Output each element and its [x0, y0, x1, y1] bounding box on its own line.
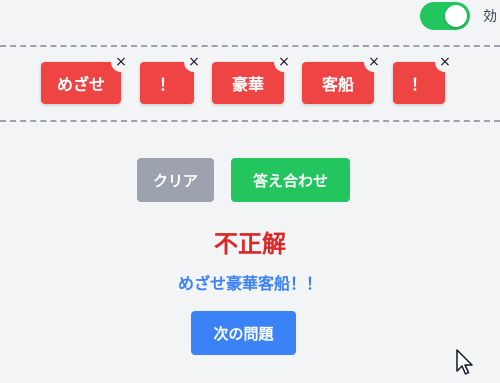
top-divider [0, 45, 500, 47]
chip-label: めざせ [56, 75, 105, 94]
correct-answer-text: めざせ豪華客船！！ [177, 274, 322, 293]
word-chip[interactable]: めざせ × [41, 52, 131, 104]
next-question-button[interactable]: 次の問題 [191, 311, 296, 355]
chip-label: ！ [158, 75, 175, 94]
word-chip[interactable]: 豪華 × [212, 52, 294, 104]
mouse-cursor-icon [456, 349, 473, 375]
check-answer-button[interactable]: 答え合わせ [231, 158, 350, 202]
remove-chip-icon[interactable]: × [435, 52, 455, 72]
word-chip[interactable]: ！ × [393, 52, 455, 104]
clear-button[interactable]: クリア [137, 158, 214, 202]
chip-label: 客船 [321, 75, 354, 94]
chip-label: ！ [410, 75, 427, 94]
chip-label: 豪華 [231, 75, 264, 94]
toggle-knob [445, 5, 467, 27]
word-chip[interactable]: ！ × [140, 52, 204, 104]
remove-chip-icon[interactable]: × [364, 52, 384, 72]
remove-chip-icon[interactable]: × [274, 52, 294, 72]
toggle-switch[interactable] [420, 2, 470, 30]
bottom-divider [0, 120, 500, 122]
remove-chip-icon[interactable]: × [184, 52, 204, 72]
toggle-label: 効 [483, 9, 497, 25]
remove-chip-icon[interactable]: × [111, 52, 131, 72]
top-bar: 効 [0, 0, 500, 40]
word-chip[interactable]: 客船 × [302, 52, 384, 104]
result-text: 不正解 [214, 230, 286, 258]
